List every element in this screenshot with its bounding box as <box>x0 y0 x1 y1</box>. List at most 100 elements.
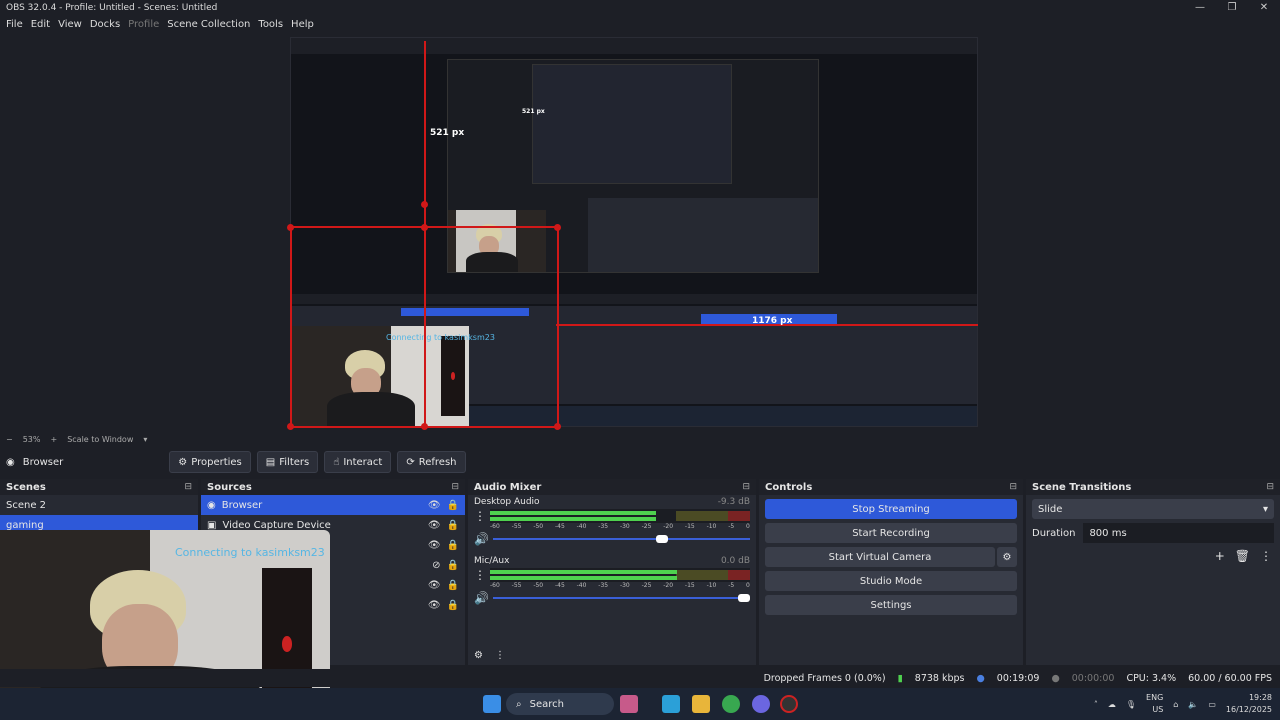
dock-menu-icon[interactable]: ⊟ <box>1009 482 1017 492</box>
zoom-out-icon[interactable]: − <box>6 435 13 444</box>
lock-icon[interactable]: 🔒 <box>447 540 459 551</box>
guide-handle[interactable] <box>287 423 294 430</box>
menu-docks[interactable]: Docks <box>86 19 124 30</box>
start-recording-button[interactable]: Start Recording <box>765 523 1017 543</box>
lock-icon[interactable]: 🔒 <box>447 500 459 511</box>
interact-button[interactable]: ☝ Interact <box>324 451 392 473</box>
duration-field[interactable]: 800 ms <box>1083 523 1274 543</box>
guide-handle[interactable] <box>421 423 428 430</box>
meter-tick: -30 <box>619 582 630 589</box>
signal-icon: ▮ <box>897 672 903 684</box>
filters-button[interactable]: ▤ Filters <box>256 451 319 473</box>
speaker-icon[interactable]: 🔊 <box>474 591 489 605</box>
start-icon[interactable] <box>483 695 501 713</box>
network-icon[interactable]: ⌂ <box>1173 700 1178 709</box>
inner-titlebar <box>291 38 977 54</box>
dock-menu-icon[interactable]: ⊟ <box>742 482 750 492</box>
meter-tick: -20 <box>663 523 674 530</box>
taskbar-search[interactable]: ⌕ Search <box>506 693 614 715</box>
chrome-icon[interactable] <box>722 695 740 713</box>
copilot-icon[interactable] <box>662 695 680 713</box>
language-indicator[interactable]: ENG US <box>1146 692 1163 716</box>
meter-tick: -55 <box>511 582 522 589</box>
menu-file[interactable]: File <box>2 19 27 30</box>
add-icon[interactable]: + <box>1215 549 1225 563</box>
close-icon[interactable]: ✕ <box>1248 2 1280 13</box>
source-item[interactable]: ◉ Browser 👁 🔒 <box>201 495 465 515</box>
menu-scene-collection[interactable]: Scene Collection <box>163 19 254 30</box>
settings-button[interactable]: Settings <box>765 595 1017 615</box>
volume-slider[interactable] <box>492 535 750 543</box>
pointer-icon: ☝ <box>333 456 340 468</box>
minimize-icon[interactable]: — <box>1184 2 1216 13</box>
file-explorer-icon[interactable] <box>692 695 710 713</box>
widgets-icon[interactable] <box>620 695 638 713</box>
guide-handle[interactable] <box>287 224 294 231</box>
lock-icon[interactable]: 🔒 <box>447 600 459 611</box>
stream-time: 00:19:09 <box>996 672 1040 684</box>
scene-item[interactable]: Scene 2 <box>0 495 198 515</box>
chevron-up-icon[interactable]: ˄ <box>1094 700 1098 709</box>
volume-knob[interactable] <box>655 535 668 543</box>
more-options-icon[interactable]: ⋮ <box>495 650 505 661</box>
obs-icon[interactable] <box>780 695 798 713</box>
lock-icon[interactable]: 🔒 <box>447 520 459 531</box>
scale-mode[interactable]: Scale to Window <box>67 435 133 444</box>
clock[interactable]: 19:28 16/12/2025 <box>1226 692 1272 716</box>
mic-icon[interactable]: 🎙 <box>1126 700 1136 709</box>
volume-icon[interactable]: 🔈 <box>1188 700 1198 709</box>
eye-icon[interactable]: 👁 <box>428 540 441 551</box>
cloud-icon[interactable]: ☁ <box>1108 700 1116 709</box>
maximize-icon[interactable]: ❐ <box>1216 2 1248 13</box>
menu-edit[interactable]: Edit <box>27 19 54 30</box>
menu-help[interactable]: Help <box>287 19 318 30</box>
eye-icon[interactable]: 👁 <box>428 520 441 531</box>
eye-icon[interactable]: 👁 <box>428 580 441 591</box>
preview-canvas[interactable]: Connecting to kasimksm23 <box>290 37 978 427</box>
dock-menu-icon[interactable]: ⊟ <box>184 482 192 492</box>
guide-box-left <box>290 227 292 427</box>
guide-handle[interactable] <box>554 423 561 430</box>
transition-select[interactable]: Slide ▾ <box>1032 499 1274 519</box>
eye-icon[interactable]: 👁 <box>428 500 441 511</box>
trash-icon[interactable]: 🗑 <box>1235 549 1250 563</box>
eye-hidden-icon[interactable]: ⊘ <box>432 560 440 571</box>
properties-button[interactable]: ⚙ Properties <box>169 451 251 473</box>
more-options-icon[interactable]: ⋮ <box>474 509 486 523</box>
volume-slider[interactable] <box>492 594 750 602</box>
lock-icon[interactable]: 🔒 <box>447 560 459 571</box>
sources-title: Sources <box>207 481 252 493</box>
guide-handle[interactable] <box>421 224 428 231</box>
zoom-in-icon[interactable]: + <box>50 435 57 444</box>
menu-view[interactable]: View <box>54 19 86 30</box>
advanced-audio-icon[interactable]: ⚙ <box>474 650 483 661</box>
meter-tick: -50 <box>533 582 544 589</box>
menu-tools[interactable]: Tools <box>254 19 287 30</box>
guide-vertical-left <box>424 41 426 427</box>
interact-label: Interact <box>343 456 383 468</box>
inner-toolbar <box>291 294 977 304</box>
nested-measure-label: 521 px <box>522 108 545 115</box>
more-options-icon[interactable]: ⋮ <box>474 568 486 582</box>
discord-icon[interactable] <box>752 695 770 713</box>
eye-icon[interactable]: 👁 <box>428 600 441 611</box>
lock-icon[interactable]: 🔒 <box>447 580 459 591</box>
dock-menu-icon[interactable]: ⊟ <box>451 482 459 492</box>
more-options-icon[interactable]: ⋮ <box>1260 549 1272 563</box>
menu-profile[interactable]: Profile <box>124 19 163 30</box>
speaker-icon[interactable]: 🔊 <box>474 532 489 546</box>
mixer-channel-mic: Mic/Aux 0.0 dB ⋮ -60 -55 -50 -45 -40 -35 -30 -25… <box>468 554 756 607</box>
studio-mode-button[interactable]: Studio Mode <box>765 571 1017 591</box>
battery-icon[interactable]: ▭ <box>1208 700 1216 709</box>
gear-icon[interactable]: ⚙ <box>997 547 1017 567</box>
guide-handle[interactable] <box>554 224 561 231</box>
stop-streaming-button[interactable]: Stop Streaming <box>765 499 1017 519</box>
dock-menu-icon[interactable]: ⊟ <box>1266 482 1274 492</box>
scenes-dock-header: Scenes ⊟ <box>0 479 198 495</box>
chevron-down-icon: ▾ <box>1262 503 1268 515</box>
chevron-down-icon[interactable]: ▾ <box>143 435 147 444</box>
guide-handle[interactable] <box>421 201 428 208</box>
refresh-button[interactable]: ⟳ Refresh <box>397 451 466 473</box>
start-virtual-camera-button[interactable]: Start Virtual Camera <box>765 547 995 567</box>
volume-knob[interactable] <box>738 594 750 602</box>
